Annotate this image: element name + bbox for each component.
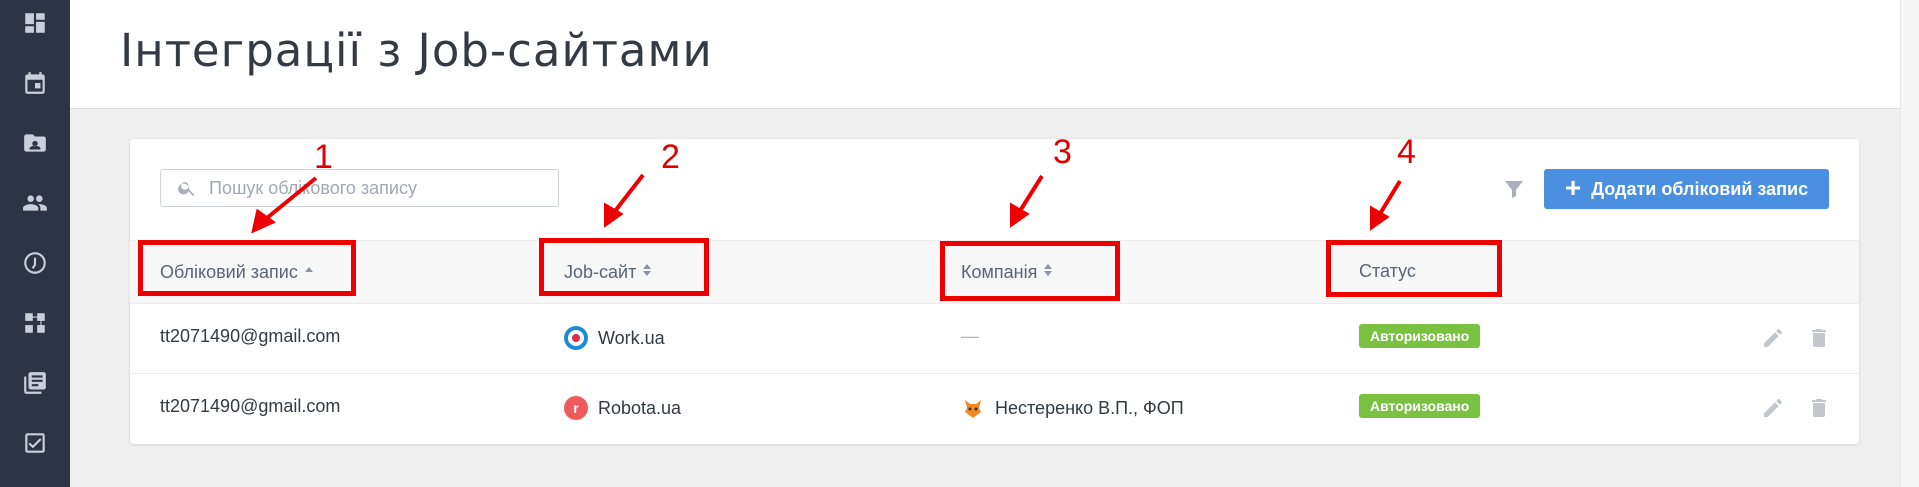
robotaua-logo-icon: r xyxy=(564,396,588,420)
company-cell: Нестеренко В.П., ФОП xyxy=(961,396,1184,420)
annotation-number-1: 1 xyxy=(314,138,333,176)
search-input[interactable] xyxy=(207,176,551,200)
job-site-cell: r Robota.ua xyxy=(564,396,681,420)
annotation-box-1 xyxy=(138,240,356,296)
delete-icon[interactable] xyxy=(1807,396,1831,420)
table-row[interactable]: tt2071490@gmail.com r Robota.ua Нестерен… xyxy=(130,374,1859,444)
filter-icon[interactable] xyxy=(1502,177,1526,201)
status-badge: Авторизовано xyxy=(1359,394,1481,418)
annotation-number-4: 4 xyxy=(1397,133,1416,171)
add-account-button[interactable]: + Додати обліковий запис xyxy=(1544,169,1829,209)
row-actions xyxy=(1761,396,1831,420)
gauge-icon[interactable] xyxy=(21,249,49,277)
dashboard-icon[interactable] xyxy=(21,9,49,37)
page-header: Інтеграції з Job-сайтами xyxy=(70,0,1901,109)
workflow-icon[interactable] xyxy=(21,309,49,337)
vertical-scrollbar[interactable] xyxy=(1900,0,1919,487)
calendar-icon[interactable] xyxy=(21,69,49,97)
status-badge: Авторизовано xyxy=(1359,324,1481,348)
edit-icon[interactable] xyxy=(1761,396,1785,420)
company-name: Нестеренко В.П., ФОП xyxy=(995,397,1184,418)
workua-logo-icon xyxy=(564,326,588,350)
account-cell: tt2071490@gmail.com xyxy=(160,326,341,346)
edit-icon[interactable] xyxy=(1761,326,1785,350)
table-row[interactable]: tt2071490@gmail.com Work.ua — Авторизова… xyxy=(130,304,1859,374)
job-site-name: Robota.ua xyxy=(598,397,682,418)
contact-folder-icon[interactable] xyxy=(21,129,49,157)
search-box[interactable] xyxy=(160,169,559,207)
company-cell: — xyxy=(961,326,979,346)
sidebar xyxy=(0,0,70,487)
plus-icon: + xyxy=(1564,172,1582,203)
company-logo-icon xyxy=(965,400,981,418)
account-cell: tt2071490@gmail.com xyxy=(160,396,341,416)
annotation-box-2 xyxy=(539,238,709,296)
search-icon xyxy=(178,182,195,196)
task-check-icon[interactable] xyxy=(21,429,49,457)
page-title: Інтеграції з Job-сайтами xyxy=(120,24,713,77)
delete-icon[interactable] xyxy=(1807,326,1831,350)
add-account-label: Додати обліковий запис xyxy=(1591,178,1809,199)
annotation-number-2: 2 xyxy=(661,138,680,176)
library-icon[interactable] xyxy=(21,369,49,397)
job-site-cell: Work.ua xyxy=(564,326,665,350)
people-icon[interactable] xyxy=(21,189,49,217)
row-actions xyxy=(1761,326,1831,350)
annotation-box-3 xyxy=(940,241,1120,301)
job-site-name: Work.ua xyxy=(598,327,665,348)
annotation-box-4 xyxy=(1326,240,1502,297)
annotation-number-3: 3 xyxy=(1053,133,1072,171)
